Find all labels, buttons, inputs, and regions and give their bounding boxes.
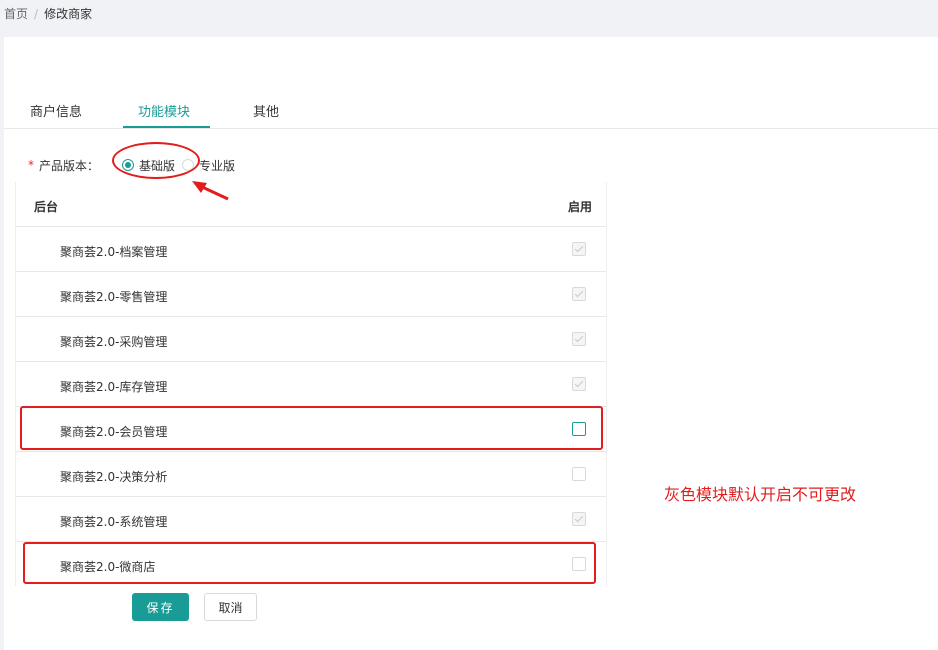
annotation-ellipse [112, 142, 200, 179]
module-name: 聚商荟2.0-零售管理 [60, 290, 168, 304]
annotation-box-member [20, 406, 603, 450]
breadcrumb-current: 修改商家 [44, 7, 93, 21]
tab-other[interactable]: 其他 [253, 101, 279, 120]
save-button[interactable]: 保存 [132, 593, 189, 621]
tab-function-modules[interactable]: 功能模块 [138, 101, 190, 120]
breadcrumb-home[interactable]: 首页 [4, 7, 28, 21]
disabled-checked-checkbox[interactable] [572, 332, 586, 346]
table-row: 聚商荟2.0-系统管理 [16, 497, 606, 542]
header-backend: 后台 [34, 200, 59, 214]
active-tab-indicator [123, 126, 210, 128]
required-mark: * [28, 158, 34, 172]
annotation-arrow-icon [192, 181, 229, 201]
module-name: 聚商荟2.0-系统管理 [60, 515, 168, 529]
disabled-checked-checkbox[interactable] [572, 377, 586, 391]
breadcrumb: 首页 / 修改商家 [4, 5, 92, 22]
table-row: 聚商荟2.0-库存管理 [16, 362, 606, 407]
disabled-checked-checkbox[interactable] [572, 242, 586, 256]
breadcrumb-separator: / [34, 7, 39, 21]
tab-bar: 商户信息 功能模块 其他 [4, 95, 938, 129]
module-name: 聚商荟2.0-档案管理 [60, 245, 168, 259]
table-row: 聚商荟2.0-决策分析 [16, 452, 606, 497]
table-row: 聚商荟2.0-档案管理 [16, 227, 606, 272]
table-row: 聚商荟2.0-采购管理 [16, 317, 606, 362]
disabled-checked-checkbox[interactable] [572, 287, 586, 301]
radio-pro-label: 专业版 [199, 158, 236, 173]
tab-merchant-info[interactable]: 商户信息 [30, 101, 82, 120]
decision-analysis-checkbox[interactable] [572, 467, 586, 481]
disabled-checked-checkbox[interactable] [572, 512, 586, 526]
annotation-box-store [23, 542, 596, 584]
annotation-note: 灰色模块默认开启不可更改 [664, 485, 857, 504]
module-name: 聚商荟2.0-库存管理 [60, 380, 168, 394]
table-header: 后台 启用 [16, 182, 606, 227]
header-enable: 启用 [567, 200, 592, 214]
table-row: 聚商荟2.0-零售管理 [16, 272, 606, 317]
module-name: 聚商荟2.0-采购管理 [60, 335, 168, 349]
module-name: 聚商荟2.0-决策分析 [60, 470, 168, 484]
cancel-button[interactable]: 取消 [204, 593, 257, 621]
product-version-label: 产品版本： [39, 158, 100, 173]
module-table: 后台 启用 聚商荟2.0-档案管理 聚商荟2.0-零售管理 聚商荟2.0-采购管… [15, 182, 607, 586]
